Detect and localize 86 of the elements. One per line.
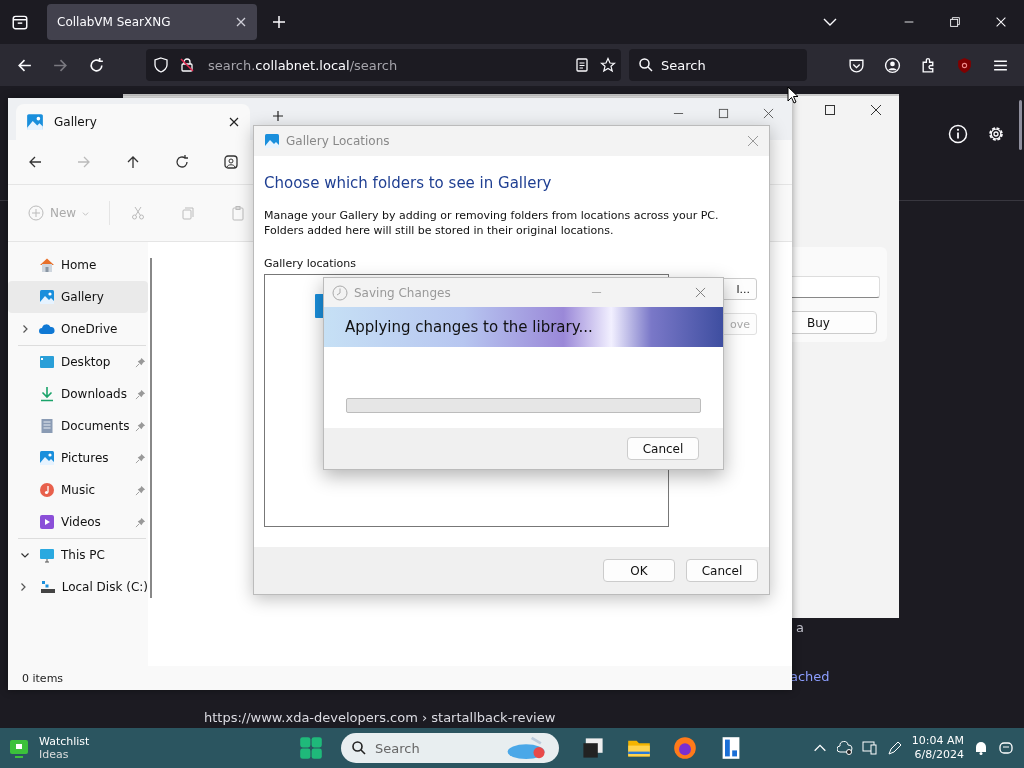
pen-icon[interactable] bbox=[886, 740, 903, 756]
clock-icon bbox=[332, 284, 348, 301]
home-icon bbox=[39, 257, 55, 273]
explorer-tab[interactable]: Gallery bbox=[16, 104, 250, 140]
lock-icon[interactable] bbox=[179, 57, 195, 73]
status-text: 0 items bbox=[22, 671, 64, 685]
dialog-button[interactable]: Cancel bbox=[686, 559, 758, 582]
clock-date[interactable]: 6/8/2024 bbox=[914, 748, 964, 762]
new-tab-icon[interactable] bbox=[272, 110, 284, 122]
dialog-title: Saving Changes bbox=[354, 285, 451, 300]
search-icon bbox=[351, 740, 367, 756]
chart-icon[interactable] bbox=[9, 738, 29, 758]
sidebar-item[interactable]: Pictures bbox=[8, 442, 148, 474]
plus-icon bbox=[28, 205, 44, 221]
desktop-icon bbox=[39, 354, 55, 370]
tab-list-icon[interactable] bbox=[11, 13, 29, 31]
image-icon[interactable] bbox=[223, 154, 239, 170]
sidebar-item[interactable]: Desktop bbox=[8, 346, 148, 378]
back-icon[interactable] bbox=[27, 154, 43, 170]
shield-icon[interactable] bbox=[153, 57, 169, 73]
sidebar-item[interactable]: Gallery bbox=[8, 281, 148, 313]
document-icon bbox=[39, 418, 55, 434]
task-view-icon[interactable] bbox=[581, 736, 605, 760]
settings-icon[interactable] bbox=[986, 124, 1006, 144]
sidebar-item[interactable]: Music bbox=[8, 474, 148, 506]
result-url: https://www.xda-developers.com › startallback-review bbox=[204, 710, 556, 725]
search-icon bbox=[638, 57, 654, 73]
chevron-right-icon[interactable] bbox=[18, 582, 28, 592]
star-icon[interactable] bbox=[600, 57, 616, 73]
browser-icon[interactable] bbox=[673, 736, 697, 760]
video-icon bbox=[39, 514, 55, 530]
picture-icon bbox=[39, 450, 55, 466]
dialog-heading: Choose which folders to see in Gallery bbox=[264, 174, 553, 192]
music-icon bbox=[39, 482, 55, 498]
maximize-icon[interactable] bbox=[718, 108, 729, 119]
url-text: search.collabnet.local/search bbox=[208, 57, 398, 73]
pocket-icon[interactable] bbox=[848, 56, 865, 74]
download-icon bbox=[39, 386, 55, 402]
snippet-text: a bbox=[796, 620, 804, 635]
gallery-icon bbox=[26, 113, 44, 131]
drive-icon bbox=[39, 579, 56, 595]
clock-time[interactable]: 10:04 AM bbox=[911, 734, 964, 748]
shield-extension-icon[interactable] bbox=[956, 56, 973, 74]
taskbar-search[interactable]: Search bbox=[341, 733, 559, 763]
monitor-icon bbox=[39, 547, 55, 563]
start-icon[interactable] bbox=[299, 736, 323, 760]
description-text: Manage your Gallery by adding or removing folders from locations across your PC. Folders added here will still be stored in their original locations. bbox=[264, 208, 720, 238]
clipboard-icon[interactable] bbox=[230, 205, 247, 221]
chevron-down-icon[interactable] bbox=[19, 550, 30, 560]
picture-icon bbox=[39, 289, 55, 305]
maximize-icon[interactable] bbox=[824, 104, 836, 116]
info-icon[interactable] bbox=[948, 124, 968, 144]
reader-view-icon[interactable] bbox=[574, 57, 590, 73]
sidebar-item[interactable]: Documents bbox=[8, 410, 148, 442]
dialog-title: Gallery Locations bbox=[286, 134, 390, 148]
browser-tab[interactable]: CollabVM SearXNG bbox=[47, 4, 257, 40]
scrollbar[interactable] bbox=[1019, 100, 1022, 150]
sidebar-item[interactable]: Downloads bbox=[8, 378, 148, 410]
widget-title[interactable]: Watchlist bbox=[39, 735, 90, 748]
dialog-button[interactable]: OK bbox=[603, 559, 675, 582]
sidebar-item[interactable]: Home bbox=[8, 249, 148, 281]
reload-icon[interactable] bbox=[88, 56, 105, 74]
list-label: Gallery locations bbox=[264, 257, 358, 270]
sidebar-item[interactable]: OneDrive bbox=[8, 313, 148, 345]
result-link[interactable]: ached bbox=[790, 669, 830, 684]
account-icon[interactable] bbox=[884, 56, 901, 74]
up-icon[interactable] bbox=[125, 154, 141, 170]
cancel-button[interactable]: Cancel bbox=[627, 437, 699, 460]
cloud-icon[interactable] bbox=[836, 740, 853, 756]
sidebar-item[interactable]: Local Disk (C:) bbox=[8, 571, 148, 603]
cloud-icon bbox=[39, 321, 55, 337]
close-icon[interactable] bbox=[870, 104, 882, 116]
close-icon[interactable] bbox=[228, 116, 240, 128]
bell-icon[interactable] bbox=[973, 740, 989, 756]
network-icon[interactable] bbox=[861, 740, 878, 756]
caret-icon bbox=[82, 209, 90, 217]
gallery-icon bbox=[264, 133, 280, 149]
widget-subtitle[interactable]: Ideas bbox=[39, 748, 90, 761]
refresh-icon[interactable] bbox=[174, 154, 190, 170]
sidebar-item[interactable]: This PC bbox=[8, 539, 148, 571]
address-bar[interactable]: search.collabnet.local/search bbox=[146, 49, 621, 81]
banner-text: Applying changes to the library... bbox=[345, 318, 593, 336]
search-field[interactable]: Search bbox=[629, 49, 807, 81]
restore-icon[interactable] bbox=[948, 15, 962, 29]
close-icon[interactable] bbox=[994, 15, 1008, 29]
sidebar-item[interactable]: Videos bbox=[8, 506, 148, 538]
